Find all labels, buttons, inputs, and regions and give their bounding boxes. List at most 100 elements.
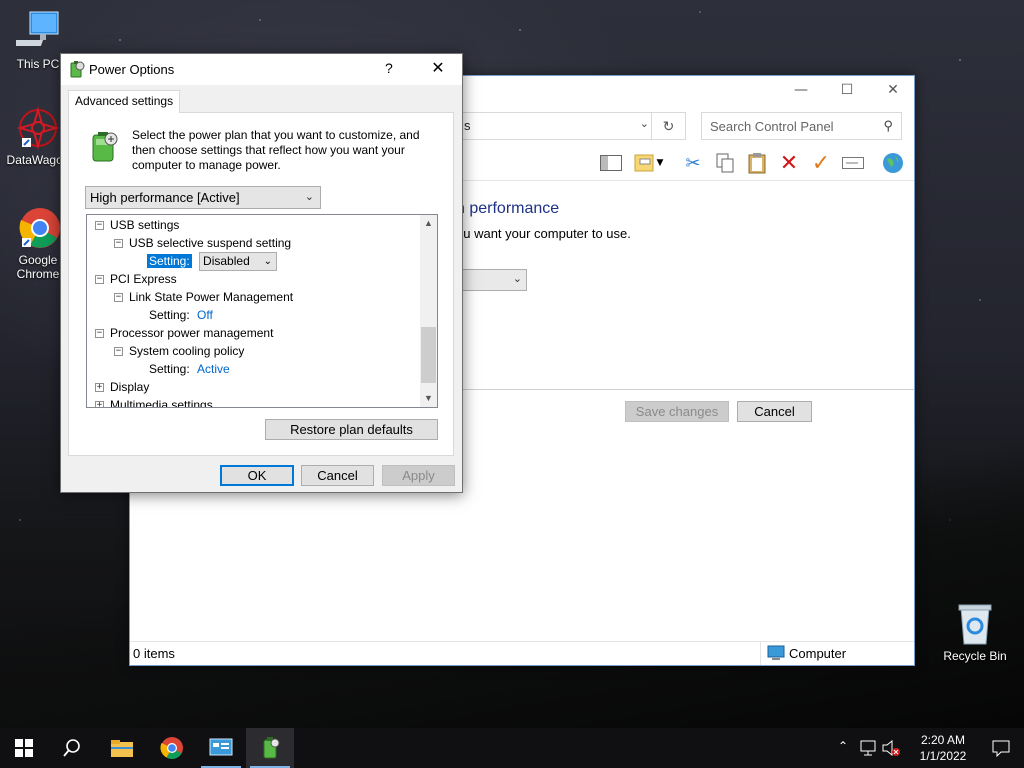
control-panel-icon[interactable] [197,728,245,768]
power-options-taskbar-icon[interactable] [246,728,294,768]
toolbar: ▼ ✂ ✕ ✓ [590,146,916,180]
computer-icon [767,645,785,660]
expand-icon[interactable]: + [95,383,104,393]
cancel-button[interactable]: Cancel [737,401,812,422]
chevron-down-icon[interactable]: ⌄ [640,117,649,130]
desktop-icon-recycle-bin[interactable]: Recycle Bin [941,602,1009,663]
tree-node-display[interactable]: + Display [95,378,149,396]
status-bar: 0 items Computer [130,641,914,665]
tree-node-cooling-policy[interactable]: − System cooling policy [114,342,244,360]
copy-icon[interactable] [712,150,738,176]
scroll-down-icon[interactable]: ▼ [420,390,437,407]
checkmark-icon[interactable]: ✓ [808,150,834,176]
cancel-button[interactable]: Cancel [301,465,374,486]
tree-node-usb-setting[interactable]: Setting: Disabled ⌄ [147,252,278,272]
ok-button[interactable]: OK [220,465,294,486]
cut-icon[interactable]: ✂ [680,150,706,176]
plan-select-value: High performance [Active] [90,190,240,205]
windows-start-icon[interactable] [0,728,48,768]
tree-node-usb-settings[interactable]: − USB settings [95,216,179,234]
tree-node-processor[interactable]: − Processor power management [95,324,273,342]
paste-icon[interactable] [744,150,770,176]
this-pc-icon [12,10,60,54]
status-separator [760,642,761,665]
setting-label: Setting: [149,308,190,322]
maximize-button[interactable]: ☐ [824,76,870,104]
chrome-icon[interactable] [148,728,196,768]
tree-label: USB settings [110,218,180,232]
tree-label: USB selective suspend setting [129,236,292,250]
status-location-label: Computer [789,645,847,661]
tree-node-cooling-setting[interactable]: Setting: Active [149,360,230,378]
advanced-settings-panel: Select the power plan that you want to c… [68,112,454,456]
clock-time: 2:20 AM [920,733,966,747]
search-icon: ⚲ [883,118,893,133]
status-location: Computer [767,645,846,661]
setting-value-link[interactable]: Off [197,308,213,322]
scrollbar-thumb[interactable] [421,327,436,383]
tree-label: Display [110,380,150,394]
search-input[interactable]: Search Control Panel ⚲ [701,112,902,140]
search-icon[interactable] [48,728,96,768]
power-options-icon [67,60,85,81]
volume-muted-icon[interactable] [882,739,900,759]
tab-advanced-settings[interactable]: Advanced settings [68,90,181,113]
globe-icon[interactable] [880,150,906,176]
save-changes-button[interactable]: Save changes [625,401,729,422]
power-options-dialog: Power Options ? ✕ Advanced settings Sele… [60,53,463,493]
restore-plan-defaults-button[interactable]: Restore plan defaults [265,419,438,440]
network-icon[interactable] [860,740,878,759]
collapse-icon[interactable]: − [95,275,104,285]
usb-setting-select[interactable]: Disabled ⌄ [199,252,278,272]
expand-icon[interactable]: + [95,401,104,407]
layout-pane-icon[interactable] [598,150,624,176]
settings-tree[interactable]: − USB settings − USB selective suspend set… [86,214,438,408]
setting-value-link[interactable]: Active [197,362,230,376]
refresh-icon[interactable]: ↻ [651,113,685,139]
collapse-icon[interactable]: − [95,221,104,231]
setting-label-selected: Setting: [147,254,192,268]
plan-select[interactable]: High performance [Active] ⌄ [85,186,321,209]
tree-node-usb-selective-suspend[interactable]: − USB selective suspend setting [114,234,291,252]
plan-heading: n performance [456,200,560,217]
collapse-icon[interactable]: − [114,239,123,249]
power-options-titlebar[interactable]: Power Options ? ✕ [61,54,462,85]
chevron-up-icon[interactable]: ⌃ [838,739,848,753]
notifications-icon[interactable] [992,739,1010,760]
apply-button[interactable]: Apply [382,465,455,486]
plan-subtext: ou want your computer to use. [456,226,631,241]
minimize-button[interactable]: — [778,76,824,104]
tree-label: Link State Power Management [129,290,294,304]
search-placeholder: Search Control Panel [710,119,834,134]
clock[interactable]: 2:20 AM 1/1/2022 [908,732,978,764]
close-button[interactable]: ✕ [870,76,916,104]
collapse-icon[interactable]: − [114,347,123,357]
status-items-count: 0 items [133,646,175,661]
tree-node-multimedia[interactable]: + Multimedia settings [95,396,213,407]
tree-scrollbar[interactable]: ▲ ▼ [420,215,437,407]
system-tray: ⌃ 2:20 AM 1/1/2022 [824,728,1024,768]
plan-description: Select the power plan that you want to c… [132,128,420,172]
taskbar: ⌃ 2:20 AM 1/1/2022 [0,728,1024,768]
tree-node-pci-express[interactable]: − PCI Express [95,270,177,288]
tree-node-link-state[interactable]: − Link State Power Management [114,288,293,306]
close-button[interactable]: ✕ [425,56,451,82]
file-explorer-icon[interactable] [98,728,146,768]
plan-dropdown[interactable]: ⌄ [456,269,527,291]
battery-plan-icon [87,129,121,166]
dialog-title: Power Options [89,62,175,77]
clock-date: 1/1/2022 [919,749,967,763]
setting-label: Setting: [149,362,190,376]
rename-icon[interactable] [840,150,866,176]
tree-node-pci-setting[interactable]: Setting: Off [149,306,213,324]
dropdown-arrow-icon[interactable]: ▼ [654,150,666,176]
collapse-icon[interactable]: − [114,293,123,303]
datawagon-icon [16,106,60,150]
desktop-icon-label: Recycle Bin [943,649,1007,663]
help-button[interactable]: ? [385,60,393,76]
delete-icon[interactable]: ✕ [776,150,802,176]
collapse-icon[interactable]: − [95,329,104,339]
tree-label: PCI Express [110,272,177,286]
scroll-up-icon[interactable]: ▲ [420,215,437,232]
recycle-bin-icon [953,602,997,646]
